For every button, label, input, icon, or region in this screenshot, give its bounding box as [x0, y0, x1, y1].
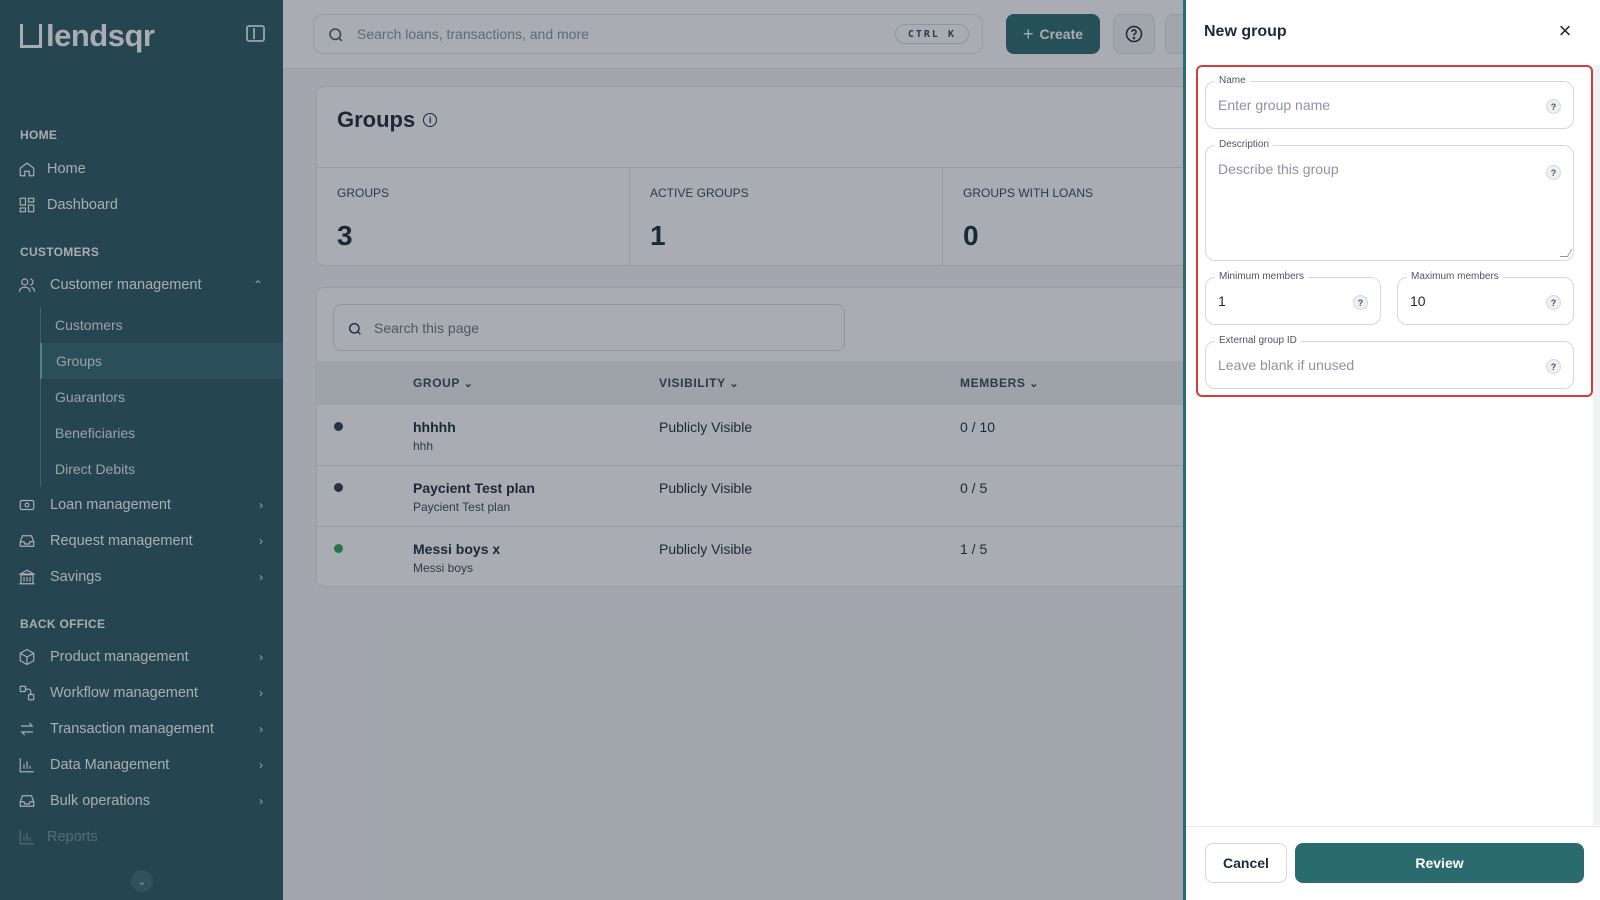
minimum-members-field[interactable]: Minimum members 1 ? [1205, 271, 1381, 325]
help-tooltip-icon[interactable]: ? [1546, 165, 1561, 180]
description-field[interactable]: Description Describe this group ? [1205, 139, 1574, 261]
field-placeholder: Describe this group [1218, 161, 1339, 177]
help-tooltip-icon[interactable]: ? [1353, 295, 1368, 310]
drawer-scrollbar[interactable] [1593, 65, 1600, 825]
field-value: 10 [1410, 293, 1426, 309]
maximum-members-field[interactable]: Maximum members 10 ? [1397, 271, 1574, 325]
field-label: Maximum members [1407, 271, 1503, 282]
drawer-title: New group [1204, 23, 1287, 40]
field-placeholder: Enter group name [1218, 97, 1331, 113]
external-group-id-field[interactable]: External group ID Leave blank if unused … [1205, 335, 1574, 389]
field-label: Name [1215, 75, 1250, 86]
modal-backdrop[interactable] [0, 0, 1183, 900]
field-placeholder: Leave blank if unused [1218, 357, 1355, 373]
help-tooltip-icon[interactable]: ? [1546, 99, 1561, 114]
name-field[interactable]: Name Enter group name ? [1205, 75, 1574, 129]
help-tooltip-icon[interactable]: ? [1546, 359, 1561, 374]
drawer-footer: Cancel Review [1186, 826, 1600, 900]
cancel-button[interactable]: Cancel [1205, 843, 1287, 883]
close-icon[interactable]: × [1554, 18, 1576, 43]
field-label: Minimum members [1215, 271, 1309, 282]
new-group-drawer: New group × Name Enter group name ? Desc… [1183, 0, 1600, 900]
field-label: External group ID [1215, 335, 1301, 346]
field-value: 1 [1218, 293, 1226, 309]
help-tooltip-icon[interactable]: ? [1546, 295, 1561, 310]
review-button[interactable]: Review [1295, 843, 1584, 883]
resize-handle-icon[interactable] [1559, 249, 1573, 257]
field-label: Description [1215, 139, 1274, 150]
